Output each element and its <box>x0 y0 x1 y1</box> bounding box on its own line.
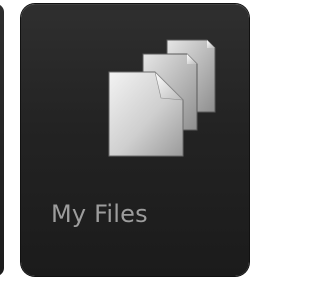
tile-label: My Files <box>51 200 148 228</box>
my-files-tile[interactable]: My Files <box>21 4 249 276</box>
previous-tile-edge[interactable] <box>0 4 4 276</box>
documents-stack-icon <box>108 39 216 157</box>
